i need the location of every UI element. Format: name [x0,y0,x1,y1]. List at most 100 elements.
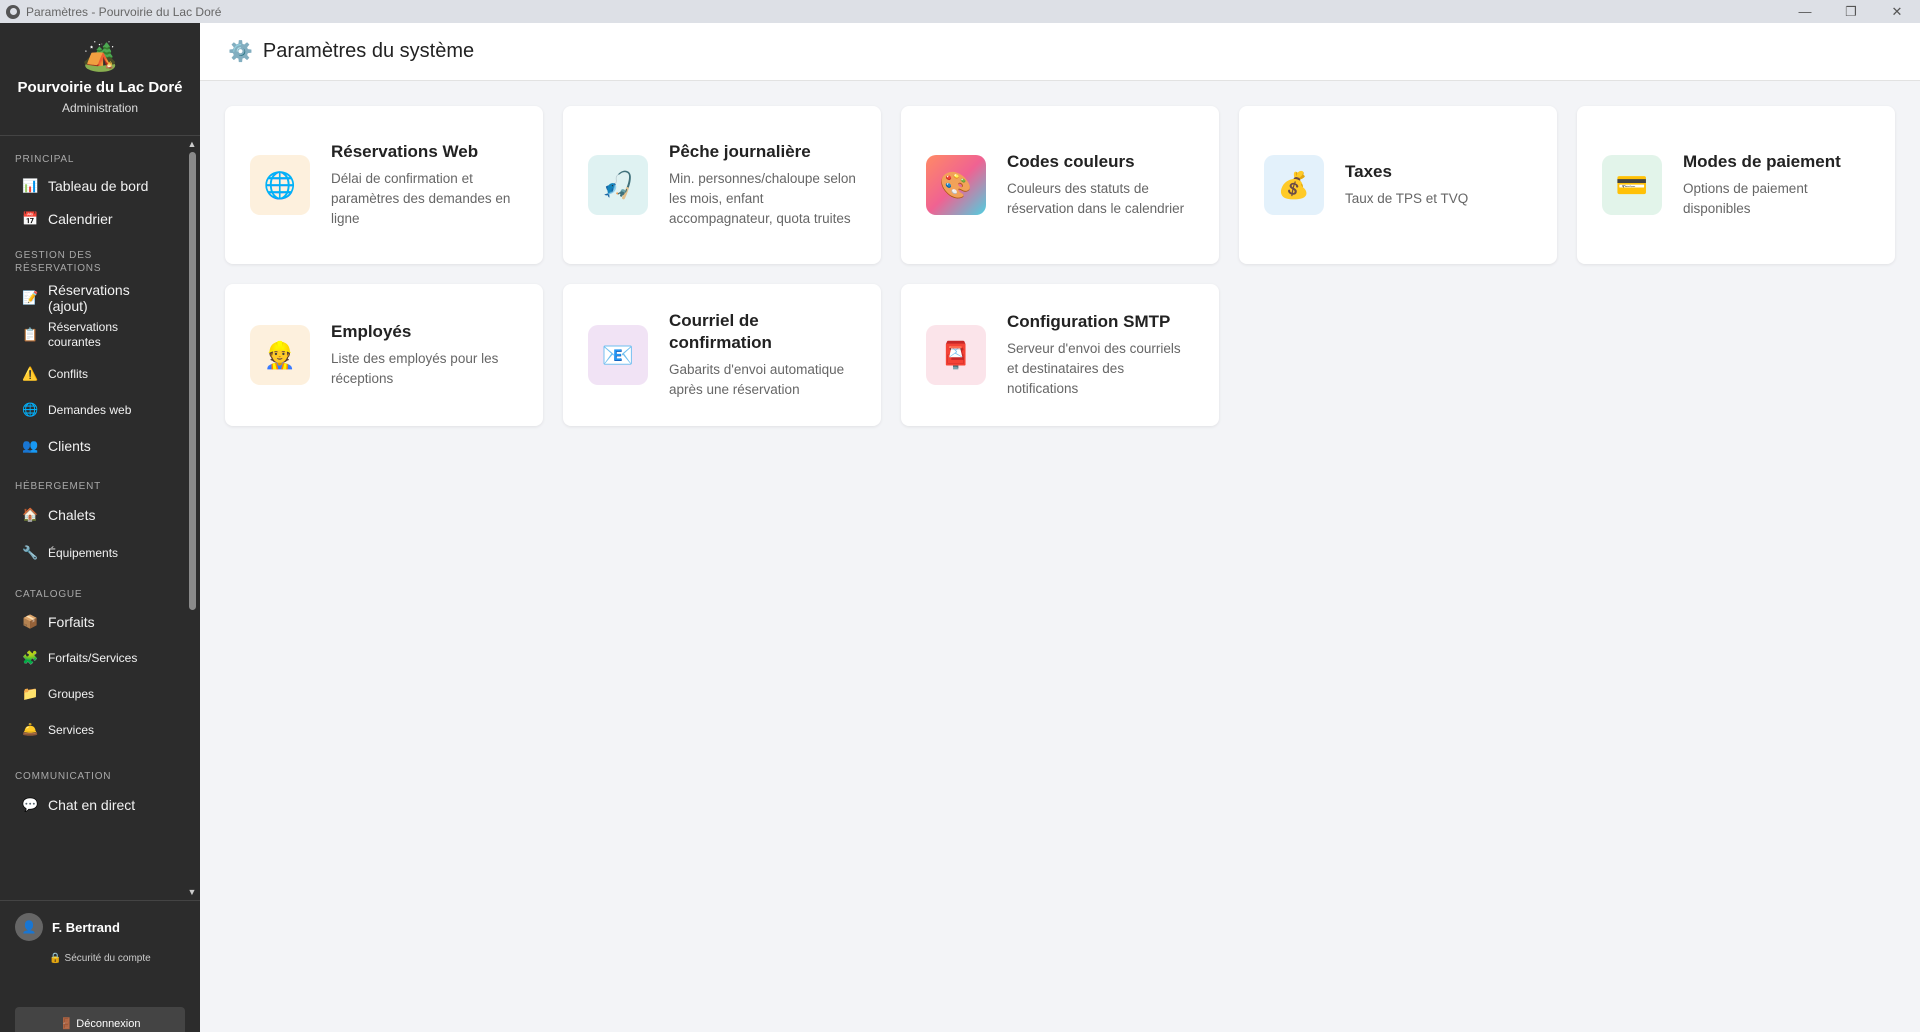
postbox-icon: 📮 [926,325,986,385]
sidebar-item-label: Calendrier [48,210,113,227]
account-security-link[interactable]: 🔒 Sécurité du compte [0,953,200,964]
globe-icon: 🌐 [22,402,39,417]
sidebar-item-label: Conflits [48,366,89,381]
card-description: Min. personnes/chaloupe selon les mois, … [669,171,856,226]
fishing-icon: 🎣 [588,155,648,215]
card-description: Liste des employés pour les réceptions [331,351,499,386]
page-title: Paramètres du système [262,40,475,62]
card-taxes[interactable]: 💰 Taxes Taux de TPS et TVQ [1239,106,1557,264]
sidebar-item-conflits[interactable]: ⚠️ Conflits [0,356,184,392]
card-title: Employés [331,322,412,341]
sidebar-item-reservations-ajout[interactable]: 📝 Réservations (ajout) [0,281,184,314]
sidebar-nav: PRINCIPAL 📊 Tableau de bord 📅 Calendrier… [0,137,184,899]
sidebar-item-label: Chalets [48,507,96,523]
user-profile: 👤 F. Bertrand [0,901,200,941]
sidebar-item-equipements[interactable]: 🔧 Équipements [0,534,184,572]
avatar: 👤 [15,913,43,941]
card-peche-journaliere[interactable]: 🎣 Pêche journalière Min. personnes/chalo… [563,106,881,264]
sidebar-item-label: Demandes web [48,402,132,417]
sidebar-item-label: Forfaits/Services [48,650,138,665]
sidebar-item-label: Réservations courantes [48,320,119,349]
scrollbar-thumb[interactable] [189,152,196,610]
page-header: ⚙️ Paramètres du système [200,23,1920,81]
money-bag-icon: 💰 [1264,155,1324,215]
card-modes-de-paiement[interactable]: 💳 Modes de paiement Options de paiement … [1577,106,1895,264]
brand-subtitle: Administration [61,101,139,115]
chat-icon: 💬 [22,797,39,812]
scroll-down-icon[interactable]: ▼ [187,887,197,897]
sidebar-item-calendrier[interactable]: 📅 Calendrier [0,202,184,235]
card-description: Gabarits d'envoi automatique après une r… [669,362,845,397]
palette-icon: 🎨 [926,155,986,215]
card-title: Modes de paiement [1683,152,1841,171]
sidebar-item-label: Équipements [48,545,119,560]
user-name: F. Bertrand [52,919,120,935]
brand-name: Pourvoirie du Lac Doré [17,79,183,96]
globe-icon: 🌐 [250,155,310,215]
close-icon[interactable]: ✕ [1874,0,1920,23]
edit-icon: 📝 [22,289,39,305]
sidebar-item-clients[interactable]: 👥 Clients [0,428,184,464]
card-codes-couleurs[interactable]: 🎨 Codes couleurs Couleurs des statuts de… [901,106,1219,264]
package-icon: 📦 [22,614,39,629]
sidebar-item-forfaits-services[interactable]: 🧩 Forfaits/Services [0,640,184,676]
logout-button[interactable]: 🚪 Déconnexion [15,1007,185,1032]
sidebar-item-label: Services [48,722,95,737]
card-title: Pêche journalière [669,142,811,161]
card-title: Courriel de confirmation [669,311,772,352]
clipboard-icon: 📋 [22,327,39,342]
card-description: Options de paiement disponibles [1683,181,1808,216]
user-area: 👤 F. Bertrand 🔒 Sécurité du compte 🚪 Déc… [0,900,200,1032]
card-title: Configuration SMTP [1007,312,1171,331]
users-icon: 👥 [22,438,39,453]
brand-logo-icon: 🏕️ [82,41,118,72]
email-icon: 📧 [588,325,648,385]
bell-icon: 🛎️ [22,722,39,737]
puzzle-icon: 🧩 [22,650,39,665]
sidebar-item-forfaits[interactable]: 📦 Forfaits [0,604,184,640]
window-controls: — ❐ ✕ [1782,0,1920,23]
card-title: Taxes [1345,162,1392,181]
house-icon: 🏠 [22,507,39,522]
dashboard-icon: 📊 [22,177,39,193]
window-title: Paramètres - Pourvoirie du Lac Doré [26,4,222,19]
scroll-up-icon[interactable]: ▲ [187,139,197,149]
sidebar-scrollbar[interactable]: ▲ ▼ [184,137,200,899]
worker-icon: 👷 [250,325,310,385]
sidebar-item-demandes-web[interactable]: 🌐 Demandes web [0,392,184,428]
card-employes[interactable]: 👷 Employés Liste des employés pour les r… [225,284,543,426]
wrench-icon: 🔧 [22,545,39,560]
card-title: Réservations Web [331,142,479,161]
sidebar-item-label: Groupes [48,686,95,701]
folder-icon: 📁 [22,686,39,701]
sidebar-item-label: Clients [48,438,91,454]
card-description: Délai de confirmation et paramètres des … [331,171,511,226]
card-courriel-confirmation[interactable]: 📧 Courriel de confirmation Gabarits d'en… [563,284,881,426]
sidebar-item-services[interactable]: 🛎️ Services [0,712,184,748]
section-gestion: GESTION DES RÉSERVATIONS [15,250,102,274]
card-description: Serveur d'envoi des courriels et destina… [1007,341,1181,396]
sidebar-item-groupes[interactable]: 📁 Groupes [0,676,184,712]
warning-icon: ⚠️ [22,366,39,381]
window-titlebar: Paramètres - Pourvoirie du Lac Doré — ❐ … [0,0,1920,23]
brand: 🏕️ Pourvoirie du Lac Doré Administration [0,23,200,136]
sidebar: 🏕️ Pourvoirie du Lac Doré Administration… [0,23,200,1032]
minimize-icon[interactable]: — [1782,0,1828,23]
card-reservations-web[interactable]: 🌐 Réservations Web Délai de confirmation… [225,106,543,264]
card-description: Couleurs des statuts de réservation dans… [1007,181,1185,216]
gear-icon: ⚙️ [228,41,253,63]
card-configuration-smtp[interactable]: 📮 Configuration SMTP Serveur d'envoi des… [901,284,1219,426]
app-icon [6,4,20,19]
sidebar-item-label: Chat en direct [48,797,136,813]
sidebar-item-label: Forfaits [48,614,95,630]
restore-icon[interactable]: ❐ [1828,0,1874,23]
card-title: Codes couleurs [1007,152,1135,171]
sidebar-item-reservations-courantes[interactable]: 📋 Réservations courantes [0,314,184,356]
section-hebergement: HÉBERGEMENT [15,481,102,492]
sidebar-item-chalets[interactable]: 🏠 Chalets [0,496,184,534]
sidebar-item-tableau-de-bord[interactable]: 📊 Tableau de bord [0,169,184,202]
sidebar-item-chat[interactable]: 💬 Chat en direct [0,786,184,824]
section-communication: COMMUNICATION [15,771,112,782]
calendar-icon: 📅 [22,210,39,226]
sidebar-item-label: Réservations (ajout) [48,281,130,314]
